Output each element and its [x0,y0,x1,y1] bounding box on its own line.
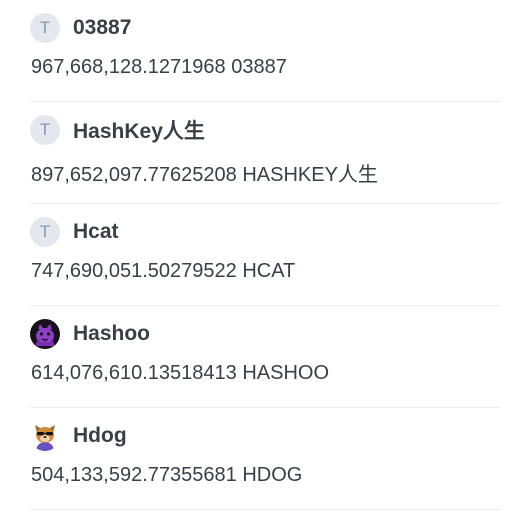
token-name: HashKey人生 [73,120,205,143]
token-name: Hcat [73,220,119,243]
letter-avatar-icon: T [30,217,60,247]
token-amount: 614,076,610.13518413 HASHOO [31,362,329,384]
token-amount: 967,668,128.1271968 03887 [31,56,287,78]
token-header: Hdog [30,420,127,452]
purple-creature-icon [30,319,60,349]
token-amount: 747,690,051.50279522 HCAT [31,260,296,282]
token-row[interactable]: T HashKey人生 897,652,097.77625208 HASHKEY… [30,102,500,204]
letter-avatar-icon: T [30,13,60,43]
token-row[interactable]: Hashoo 614,076,610.13518413 HASHOO [30,306,500,408]
token-row[interactable]: T 03887 967,668,128.1271968 03887 [30,0,500,102]
letter-avatar-icon: T [30,115,60,145]
token-header: T HashKey人生 [30,114,205,146]
token-header: Hashoo [30,318,150,350]
token-header: T Hcat [30,216,119,248]
token-name: Hdog [73,424,127,447]
token-name: 03887 [73,16,132,39]
token-name: Hashoo [73,322,151,345]
token-row[interactable]: Hdog 504,133,592.77355681 HDOG [30,408,500,510]
token-header: T 03887 [30,12,131,44]
token-row[interactable]: T Hcat 747,690,051.50279522 HCAT [30,204,500,306]
dog-with-sunglasses-icon [30,421,60,451]
token-amount: 504,133,592.77355681 HDOG [31,464,303,486]
token-amount: 897,652,097.77625208 HASHKEY人生 [31,164,378,186]
token-list: T 03887 967,668,128.1271968 03887 T Hash… [30,0,500,510]
